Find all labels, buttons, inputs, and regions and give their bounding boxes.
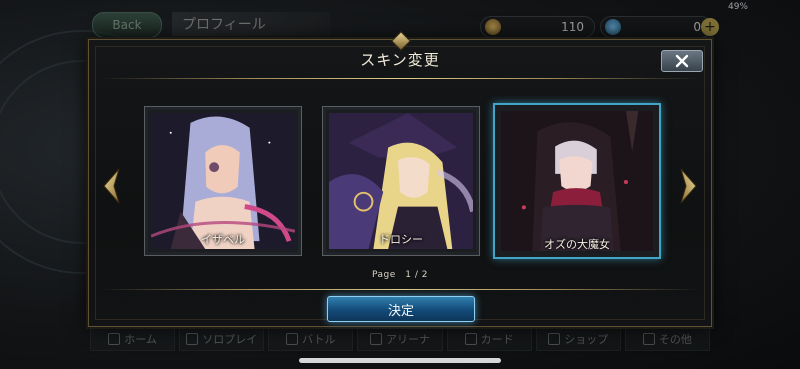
coin-icon: [485, 19, 501, 35]
add-gems-button[interactable]: +: [701, 18, 719, 36]
back-button[interactable]: Back: [92, 12, 162, 38]
gold-counter: 110: [480, 16, 595, 38]
skin-artwork: [501, 111, 653, 251]
solo-icon: [186, 333, 199, 345]
card-icon: [464, 333, 477, 345]
nav-battle[interactable]: バトル: [268, 327, 354, 351]
nav-label: アリーナ: [385, 333, 430, 346]
header-divider: [101, 78, 699, 79]
skin-name: オズの大魔女: [544, 238, 610, 251]
nav-label: ソロプレイ: [202, 333, 258, 346]
nav-home[interactable]: ホーム: [90, 327, 176, 351]
skin-name: イザベル: [201, 233, 245, 246]
arena-icon: [369, 333, 382, 345]
shop-icon: [548, 333, 561, 345]
nav-shop[interactable]: ショップ: [535, 327, 621, 351]
footer-divider: [101, 289, 699, 290]
confirm-label: 決定: [387, 303, 414, 319]
home-indicator: [299, 358, 501, 363]
confirm-button[interactable]: 決定: [327, 296, 475, 322]
nav-solo-play[interactable]: ソロプレイ: [179, 327, 265, 351]
skin-artwork: [329, 113, 473, 249]
close-x-icon: [675, 54, 689, 68]
page-indicator: Page 1 / 2: [372, 270, 428, 280]
nav-other[interactable]: その他: [624, 327, 710, 351]
close-button[interactable]: [661, 50, 703, 72]
back-label: Back: [112, 18, 142, 32]
skin-card-isabel[interactable]: イザベル: [144, 106, 302, 256]
skin-card-dorothy[interactable]: ドロシー: [322, 106, 480, 256]
skin-change-dialog: スキン変更 イザベル ドロシー オズの大魔女 Page 1 / 2 決定: [88, 31, 713, 327]
nav-label: バトル: [302, 333, 336, 346]
battery-indicator: 49%: [727, 2, 748, 12]
dialog-title: スキン変更: [360, 51, 440, 69]
gem-icon: [605, 19, 621, 35]
gold-amount: 110: [561, 20, 584, 34]
nav-label: カード: [480, 333, 514, 346]
home-icon: [108, 333, 121, 345]
skin-name: ドロシー: [379, 233, 423, 246]
gem-amount: 0: [693, 20, 701, 34]
gem-counter: 0 +: [600, 16, 719, 38]
page-title: プロフィール: [172, 12, 330, 36]
nav-label: ホーム: [124, 333, 157, 346]
bottom-nav: ホーム ソロプレイ バトル アリーナ カード ショップ その他: [90, 327, 710, 351]
skin-artwork: [151, 113, 295, 249]
swords-icon: [286, 333, 299, 345]
menu-icon: [642, 333, 655, 345]
nav-label: ショップ: [564, 333, 609, 346]
nav-label: その他: [658, 333, 692, 346]
skin-card-great-witch-of-oz[interactable]: オズの大魔女: [493, 103, 661, 259]
nav-arena[interactable]: アリーナ: [357, 327, 443, 351]
skin-list: イザベル ドロシー オズの大魔女: [89, 96, 713, 266]
nav-card[interactable]: カード: [446, 327, 532, 351]
